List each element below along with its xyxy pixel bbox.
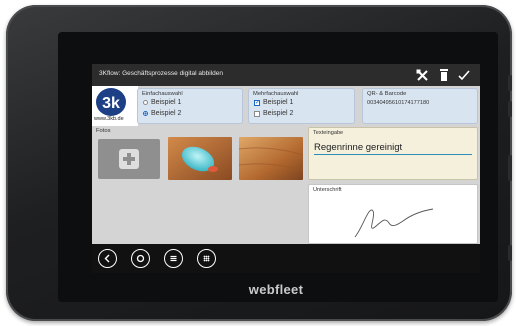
mehrfachauswahl-title: Mehrfachauswahl: [253, 91, 299, 97]
plus-icon: [119, 149, 139, 169]
app-title: 3Kflow: Geschäftsprozesse digital abbild…: [99, 70, 223, 77]
back-icon[interactable]: [98, 249, 117, 268]
trash-icon[interactable]: [436, 67, 452, 83]
apps-icon[interactable]: [197, 249, 216, 268]
checkbox-checked[interactable]: ✓: [254, 99, 260, 106]
photo-thumbnail-mouse[interactable]: [168, 137, 232, 180]
device-brand: webfleet: [248, 282, 304, 297]
logo-url: www.3kb.de: [94, 116, 124, 122]
texteingabe-label: Texteingabe: [313, 130, 344, 136]
radio-button-selected[interactable]: [143, 111, 148, 116]
qr-barcode-title: QR- & Barcode: [367, 91, 407, 97]
fotos-label: Fotos: [96, 128, 111, 134]
checkbox-option-beispiel-1[interactable]: ✓ Beispiel 1: [254, 99, 293, 106]
mehrfachauswahl-panel: Mehrfachauswahl ✓ Beispiel 1 Beispiel 2: [248, 88, 355, 124]
checkbox-label: Beispiel 1: [263, 99, 294, 106]
radio-option-beispiel-1[interactable]: Beispiel 1: [143, 99, 181, 106]
side-button[interactable]: [508, 155, 512, 181]
unterschrift-panel[interactable]: Unterschrift: [308, 184, 478, 244]
add-photo-button[interactable]: [98, 139, 160, 179]
checkmark-icon[interactable]: [456, 67, 472, 83]
radio-label: Beispiel 2: [151, 110, 182, 117]
signature-drawing: [354, 208, 434, 238]
app-screen: 3Kflow: Geschäftsprozesse digital abbild…: [92, 64, 480, 273]
radio-button[interactable]: [143, 100, 148, 105]
menu-icon[interactable]: [164, 249, 183, 268]
android-navbar: [92, 244, 480, 273]
side-button[interactable]: [508, 245, 512, 261]
home-icon[interactable]: [131, 249, 150, 268]
unterschrift-label: Unterschrift: [313, 187, 342, 193]
texteingabe-input[interactable]: [314, 140, 472, 155]
einfachauswahl-panel: Einfachauswahl Beispiel 1 Beispiel 2: [137, 88, 243, 124]
side-button[interactable]: [508, 75, 512, 91]
side-button[interactable]: [508, 101, 512, 117]
radio-option-beispiel-2[interactable]: Beispiel 2: [143, 110, 181, 117]
radio-label: Beispiel 1: [151, 99, 182, 106]
logo-mark: 3k: [96, 88, 126, 116]
tools-icon[interactable]: [414, 67, 430, 83]
checkbox[interactable]: [254, 110, 260, 117]
app-titlebar: 3Kflow: Geschäftsprozesse digital abbild…: [92, 64, 480, 86]
checkbox-option-beispiel-2[interactable]: Beispiel 2: [254, 110, 293, 117]
svg-text:3k: 3k: [102, 95, 120, 112]
texteingabe-panel: Texteingabe: [308, 127, 478, 180]
checkbox-label: Beispiel 2: [263, 110, 294, 117]
photo-thumbnail-wood[interactable]: [239, 137, 303, 180]
qr-barcode-value: 00340495610174177180: [367, 100, 430, 106]
company-logo: 3k www.3kb.de: [92, 86, 138, 126]
qr-barcode-panel[interactable]: QR- & Barcode 00340495610174177180: [362, 88, 478, 124]
einfachauswahl-title: Einfachauswahl: [142, 91, 183, 97]
